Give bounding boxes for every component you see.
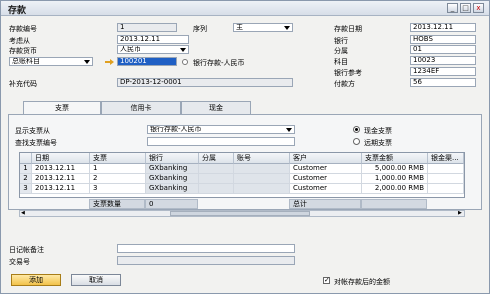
branch-field[interactable]: 01 (410, 45, 476, 54)
deposit-currency-select[interactable]: 人民币 (117, 45, 189, 54)
gl-account-type-select[interactable]: 总账科目 (9, 57, 93, 66)
title-bar: 存款 _ □ x (1, 1, 489, 16)
horizontal-scrollbar[interactable]: ◀ ▶ (19, 210, 465, 217)
find-check-label: 查找支票编号 (15, 139, 57, 147)
col-check[interactable]: 支票 (90, 153, 146, 164)
check-count-label: 支票数量 (89, 199, 145, 209)
tab-checks[interactable]: 支票 (23, 101, 101, 115)
col-customer[interactable]: 客户 (290, 153, 362, 164)
gl-account-field[interactable]: 100201 (117, 57, 177, 66)
cell-check[interactable]: 2 (90, 174, 146, 184)
show-checks-from-select[interactable]: 银行存款-人民币 (147, 125, 295, 134)
deposit-date-label: 存款日期 (334, 25, 362, 33)
supp-code-label: 补充代码 (9, 80, 37, 88)
totals-row: 支票数量 0 总计 (19, 199, 465, 209)
col-branch[interactable]: 分属 (199, 153, 234, 164)
cell-amount[interactable]: 5,000.00 RMB (362, 164, 428, 174)
cell-check[interactable]: 3 (90, 184, 146, 194)
close-button[interactable]: x (473, 3, 484, 13)
cell-bank[interactable]: GXbanking (146, 174, 199, 184)
show-checks-from-label: 显示支票从 (15, 127, 50, 135)
cell-date[interactable]: 2013.12.11 (32, 174, 90, 184)
cell-bank-channel[interactable] (428, 164, 464, 174)
total-value (361, 199, 427, 209)
bank-ref-label: 银行参考 (334, 69, 362, 77)
col-date[interactable]: 日期 (32, 153, 90, 164)
col-account[interactable]: 账号 (234, 153, 290, 164)
journal-remark-input[interactable] (117, 244, 295, 253)
cell-account[interactable] (234, 174, 290, 184)
deposit-currency-label: 存款货币 (9, 47, 37, 55)
window-title: 存款 (8, 6, 27, 16)
cell-account[interactable] (234, 164, 290, 174)
gl-account-desc: 银行存款-人民币 (193, 59, 245, 67)
row-number[interactable]: 1 (20, 164, 32, 174)
cell-date[interactable]: 2013.12.11 (32, 184, 90, 194)
consider-from-field[interactable]: 2013.12.11 (117, 35, 189, 44)
cell-date[interactable]: 2013.12.11 (32, 164, 90, 174)
cell-bank[interactable]: GXbanking (146, 184, 199, 194)
tab-credit-card[interactable]: 信用卡 (101, 101, 181, 114)
cell-branch[interactable] (199, 164, 234, 174)
cell-customer[interactable]: Customer (290, 174, 362, 184)
row-number[interactable]: 2 (20, 174, 32, 184)
scroll-thumb[interactable] (170, 211, 310, 216)
post-amount-label: 对帐存款后的金额 (334, 278, 390, 286)
radio-cash-check-label: 现金支票 (364, 127, 392, 135)
series-select[interactable]: 主 (233, 23, 293, 32)
col-check-amount[interactable]: 支票金额 (362, 153, 428, 164)
cell-customer[interactable]: Customer (290, 164, 362, 174)
row-number[interactable]: 3 (20, 184, 32, 194)
bank-ref-field[interactable]: 1234EF (410, 67, 476, 76)
cell-branch[interactable] (199, 174, 234, 184)
deposit-no-field[interactable]: 1 (117, 23, 177, 32)
cell-bank-channel[interactable] (428, 174, 464, 184)
radio-deferred-check[interactable] (353, 138, 360, 145)
account-field[interactable]: 10023 (410, 56, 476, 65)
scroll-left-icon[interactable]: ◀ (21, 211, 26, 216)
maximize-button[interactable]: □ (460, 3, 471, 13)
journal-remark-label: 日记帐备注 (9, 246, 44, 254)
tab-cash[interactable]: 现金 (181, 101, 251, 114)
total-label: 总计 (289, 199, 361, 209)
series-label: 序列 (193, 25, 207, 33)
col-bank[interactable]: 银行 (146, 153, 199, 164)
checks-table: 日期 支票 银行 分属 账号 客户 支票金额 银金渠... 1 2013.12.… (19, 152, 465, 198)
col-row-no (20, 153, 32, 164)
minimize-button[interactable]: _ (447, 3, 458, 13)
supp-code-field[interactable]: DP-2013-12-0001 (117, 78, 293, 87)
cell-bank-channel[interactable] (428, 184, 464, 194)
consider-from-label: 考虑从 (9, 37, 30, 45)
post-amount-checkbox[interactable]: ✓ (323, 277, 330, 284)
cell-check[interactable]: 1 (90, 164, 146, 174)
bank-label: 银行 (334, 37, 348, 45)
add-button[interactable]: 添加 (11, 274, 61, 286)
link-arrow-icon[interactable] (105, 59, 114, 65)
deposit-date-field[interactable]: 2013.12.11 (410, 23, 476, 32)
scroll-right-icon[interactable]: ▶ (458, 211, 463, 216)
payer-label: 付款方 (334, 80, 355, 88)
cancel-button[interactable]: 取消 (71, 274, 121, 286)
cell-amount[interactable]: 2,000.00 RMB (362, 184, 428, 194)
check-count-value: 0 (145, 199, 198, 209)
trans-no-label: 交易号 (9, 258, 30, 266)
find-check-input[interactable] (147, 137, 295, 146)
trans-no-field[interactable] (117, 256, 295, 265)
deposit-window: 存款 _ □ x 存款编号 1 序列 主 考虑从 2013.12.11 存款货币… (0, 0, 490, 294)
cell-account[interactable] (234, 184, 290, 194)
cell-bank[interactable]: GXbanking (146, 164, 199, 174)
radio-cash-check[interactable] (353, 126, 360, 133)
payer-field[interactable]: 56 (410, 78, 476, 87)
cell-amount[interactable]: 1,000.00 RMB (362, 174, 428, 184)
deposit-no-label: 存款编号 (9, 25, 37, 33)
bank-field[interactable]: HOBS (410, 35, 476, 44)
gl-account-choose-icon[interactable] (182, 59, 188, 65)
branch-label: 分属 (334, 47, 348, 55)
radio-deferred-check-label: 远期支票 (364, 139, 392, 147)
account-label: 科目 (334, 58, 348, 66)
cell-customer[interactable]: Customer (290, 184, 362, 194)
cell-branch[interactable] (199, 184, 234, 194)
col-bank-channel[interactable]: 银金渠... (428, 153, 464, 164)
